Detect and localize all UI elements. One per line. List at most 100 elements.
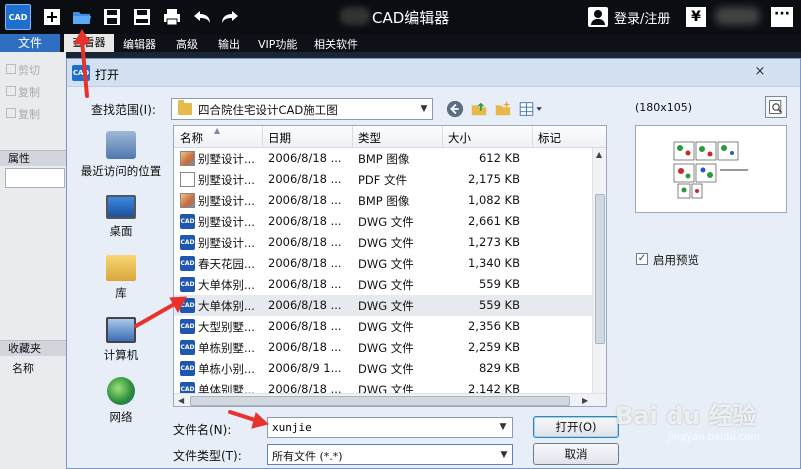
place-recent-label: 最近访问的位置 xyxy=(80,164,162,178)
favorites-header: 收藏夹 xyxy=(0,340,66,356)
file-date: 2006/8/18 ... xyxy=(268,277,342,291)
undo-icon[interactable] xyxy=(191,6,213,28)
place-network[interactable]: 网络 xyxy=(75,377,167,425)
file-date: 2006/8/18 ... xyxy=(268,214,342,228)
save-icon[interactable] xyxy=(101,6,123,28)
preview-pane xyxy=(635,125,787,213)
drawing-thumbnail xyxy=(673,141,748,199)
left-panel: 剪切 复制 复制 属性 收藏夹 名称 xyxy=(0,52,66,469)
sort-ascending-icon: ▲ xyxy=(214,126,221,135)
bmp-file-icon xyxy=(180,151,195,166)
dialog-logo: CAD xyxy=(72,65,90,81)
file-name: 别墅设计... xyxy=(198,152,255,166)
vertical-scroll-thumb[interactable] xyxy=(595,194,605,344)
tab-viewer[interactable]: 查看器 xyxy=(64,34,114,52)
save-as-icon[interactable] xyxy=(131,6,153,28)
dialog-title: 打开 xyxy=(95,68,120,82)
scroll-left-icon[interactable]: ◀ xyxy=(178,396,184,405)
table-row[interactable]: CAD 春天花园... 2006/8/18 ... DWG 文件 1,340 KB xyxy=(174,253,592,274)
vertical-scrollbar[interactable]: ▲ xyxy=(592,148,606,393)
column-date[interactable]: 日期 xyxy=(268,130,291,146)
horizontal-scroll-thumb[interactable] xyxy=(190,396,570,406)
tab-vip[interactable]: VIP功能 xyxy=(258,36,297,52)
table-row[interactable]: 别墅设计... 2006/8/18 ... BMP 图像 612 KB xyxy=(174,148,592,169)
place-computer[interactable]: 计算机 xyxy=(75,317,167,363)
yen-icon[interactable]: ¥ xyxy=(686,7,706,27)
magnifier-icon[interactable] xyxy=(765,96,787,118)
tab-related-software[interactable]: 相关软件 xyxy=(314,36,358,52)
chevron-down-icon: ▼ xyxy=(500,450,508,460)
file-size: 559 KB xyxy=(478,277,520,291)
file-date: 2006/8/18 ... xyxy=(268,256,342,270)
dialog-title-bar: CAD 打开 × xyxy=(67,59,800,87)
table-row[interactable]: 别墅设计... 2006/8/18 ... PDF 文件 2,175 KB xyxy=(174,169,592,190)
up-folder-icon[interactable] xyxy=(469,99,489,119)
table-row[interactable]: CAD 大单体别... 2006/8/18 ... DWG 文件 559 KB xyxy=(174,295,592,316)
table-row[interactable]: CAD 别墅设计... 2006/8/18 ... DWG 文件 1,273 KB xyxy=(174,232,592,253)
table-row[interactable]: CAD 单栋别墅... 2006/8/18 ... DWG 文件 2,259 KB xyxy=(174,337,592,358)
file-name: 单栋小别... xyxy=(198,362,255,376)
dwg-file-icon: CAD xyxy=(180,235,195,250)
user-icon[interactable] xyxy=(588,7,608,27)
file-size: 1,082 KB xyxy=(467,193,520,207)
dwg-file-icon: CAD xyxy=(180,298,195,313)
place-recent[interactable]: 最近访问的位置 xyxy=(75,131,167,179)
view-menu-icon[interactable] xyxy=(517,99,545,119)
filename-input[interactable] xyxy=(267,417,513,438)
horizontal-scrollbar[interactable]: ◀ ▶ xyxy=(174,393,606,406)
file-size: 1,273 KB xyxy=(467,235,520,249)
file-type: BMP 图像 xyxy=(358,194,410,208)
table-row[interactable]: CAD 单栋小别... 2006/8/9 1... DWG 文件 829 KB xyxy=(174,358,592,379)
properties-field[interactable] xyxy=(5,168,65,188)
close-icon[interactable]: × xyxy=(751,63,769,81)
tab-advanced[interactable]: 高级 xyxy=(176,36,198,52)
table-row[interactable]: CAD 别墅设计... 2006/8/18 ... DWG 文件 2,661 KB xyxy=(174,211,592,232)
file-size: 2,259 KB xyxy=(467,340,520,354)
look-in-dropdown[interactable]: 四合院住宅设计CAD施工图 ▼ xyxy=(171,98,433,120)
copy-item[interactable]: 复制 xyxy=(18,84,40,100)
column-name[interactable]: 名称 xyxy=(180,130,203,146)
open-button[interactable]: 打开(O) xyxy=(533,416,619,438)
cut-item[interactable]: 剪切 xyxy=(18,62,40,78)
column-size[interactable]: 大小 xyxy=(448,130,471,146)
file-list[interactable]: ▲ 名称 日期 类型 大小 标记 别墅设计... 2006/8/18 ... BMP… xyxy=(173,125,607,407)
preview-checkbox[interactable]: ✓ xyxy=(636,253,648,265)
filetype-dropdown[interactable]: 所有文件 (*.*) ▼ xyxy=(267,444,513,465)
look-in-value: 四合院住宅设计CAD施工图 xyxy=(198,103,338,117)
table-row[interactable]: CAD 大单体别... 2006/8/18 ... DWG 文件 559 KB xyxy=(174,274,592,295)
column-tag[interactable]: 标记 xyxy=(538,130,561,146)
preview-size: (180x105) xyxy=(635,101,693,114)
print-icon[interactable] xyxy=(161,6,183,28)
file-date: 2006/8/9 1... xyxy=(268,361,342,375)
new-folder-icon[interactable] xyxy=(493,99,513,119)
preview-checkbox-label: 启用预览 xyxy=(653,253,699,267)
chevron-down-icon[interactable]: ▼ xyxy=(498,422,508,432)
scroll-up-icon[interactable]: ▲ xyxy=(596,150,602,159)
menu-file[interactable]: 文件 xyxy=(0,34,60,52)
column-type[interactable]: 类型 xyxy=(358,130,381,146)
place-computer-label: 计算机 xyxy=(103,348,139,362)
more-icon[interactable]: ··· xyxy=(771,7,793,27)
table-row[interactable]: CAD 大型别墅... 2006/8/18 ... DWG 文件 2,356 KB xyxy=(174,316,592,337)
watermark-logo: Bai du 经验 xyxy=(615,402,757,430)
file-name: 大单体别... xyxy=(198,299,255,313)
table-row[interactable]: 别墅设计... 2006/8/18 ... BMP 图像 1,082 KB xyxy=(174,190,592,211)
place-desktop[interactable]: 桌面 xyxy=(75,195,167,239)
blurred-region xyxy=(340,7,370,25)
login-register-link[interactable]: 登录/注册 xyxy=(614,8,670,27)
recent-places-icon xyxy=(106,131,136,159)
tab-editor[interactable]: 编辑器 xyxy=(123,36,156,52)
watermark-url: jingyan.baidu.com xyxy=(668,432,761,443)
new-file-icon[interactable] xyxy=(41,6,63,28)
place-network-label: 网络 xyxy=(109,410,133,424)
cancel-button[interactable]: 取消 xyxy=(533,443,619,465)
tab-output[interactable]: 输出 xyxy=(218,36,240,52)
back-icon[interactable] xyxy=(445,99,465,119)
scroll-right-icon[interactable]: ▶ xyxy=(582,396,588,405)
look-in-label: 查找范围(I): xyxy=(91,103,156,117)
open-folder-icon[interactable] xyxy=(71,6,93,28)
copy-item[interactable]: 复制 xyxy=(18,106,40,122)
place-libraries[interactable]: 库 xyxy=(75,255,167,301)
file-date: 2006/8/18 ... xyxy=(268,298,342,312)
redo-icon[interactable] xyxy=(219,6,241,28)
